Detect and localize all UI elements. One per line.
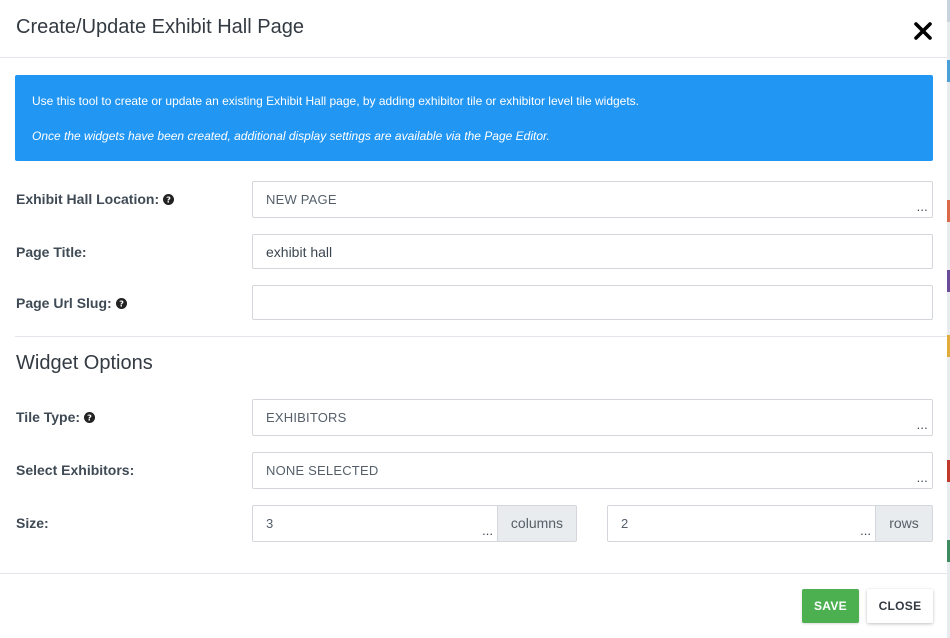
- page-title-label-text: Page Title:: [16, 244, 87, 260]
- select-exhibitors-selector[interactable]: NONE SELECTED ...: [252, 452, 933, 489]
- rows-value: 2: [621, 516, 629, 531]
- modal-header: Create/Update Exhibit Hall Page: [0, 0, 947, 58]
- svg-text:?: ?: [87, 412, 92, 422]
- tile-type-ellipsis: ...: [916, 417, 928, 432]
- info-note: Once the widgets have been created, addi…: [32, 129, 550, 143]
- columns-ellipsis: ...: [482, 523, 493, 538]
- columns-addon: columns: [497, 505, 577, 542]
- tile-type-value: EXHIBITORS: [266, 410, 347, 425]
- close-x-icon[interactable]: [912, 20, 934, 42]
- rows-ellipsis: ...: [860, 523, 871, 538]
- tile-type-label-text: Tile Type:: [16, 409, 81, 425]
- url-slug-input[interactable]: [252, 285, 933, 320]
- info-text: Use this tool to create or update an exi…: [32, 94, 640, 108]
- location-label: Exhibit Hall Location: ?: [16, 191, 175, 207]
- help-icon[interactable]: ?: [115, 297, 127, 309]
- location-selector[interactable]: NEW PAGE ...: [252, 181, 933, 218]
- page-title-input[interactable]: [252, 234, 933, 269]
- url-slug-label-text: Page Url Slug:: [16, 295, 112, 311]
- close-button[interactable]: CLOSE: [867, 589, 933, 623]
- columns-input-group: 3 ... columns: [252, 505, 577, 542]
- rows-input[interactable]: 2 ...: [607, 505, 875, 542]
- select-exhibitors-value: NONE SELECTED: [266, 463, 379, 478]
- section-divider: [15, 336, 947, 337]
- columns-value: 3: [266, 516, 274, 531]
- location-value: NEW PAGE: [266, 192, 337, 207]
- page-title-label: Page Title:: [16, 244, 87, 260]
- size-label-text: Size:: [16, 515, 49, 531]
- help-icon[interactable]: ?: [84, 411, 96, 423]
- svg-text:?: ?: [119, 298, 124, 308]
- location-label-text: Exhibit Hall Location:: [16, 191, 160, 207]
- tile-type-label: Tile Type: ?: [16, 409, 96, 425]
- select-exhibitors-ellipsis: ...: [916, 470, 928, 485]
- select-exhibitors-label-text: Select Exhibitors:: [16, 462, 135, 478]
- help-icon[interactable]: ?: [163, 193, 175, 205]
- modal-title: Create/Update Exhibit Hall Page: [16, 16, 304, 38]
- tile-type-selector[interactable]: EXHIBITORS ...: [252, 399, 933, 436]
- columns-input[interactable]: 3 ...: [252, 505, 497, 542]
- save-button[interactable]: SAVE: [802, 589, 859, 623]
- url-slug-label: Page Url Slug: ?: [16, 295, 127, 311]
- widget-options-heading: Widget Options: [16, 352, 153, 374]
- rows-addon: rows: [875, 505, 933, 542]
- rows-input-group: 2 ... rows: [607, 505, 933, 542]
- location-ellipsis: ...: [916, 199, 928, 214]
- size-label: Size:: [16, 515, 49, 531]
- footer-divider: [0, 573, 947, 574]
- info-banner: Use this tool to create or update an exi…: [15, 75, 933, 161]
- select-exhibitors-label: Select Exhibitors:: [16, 462, 134, 478]
- svg-text:?: ?: [166, 194, 171, 204]
